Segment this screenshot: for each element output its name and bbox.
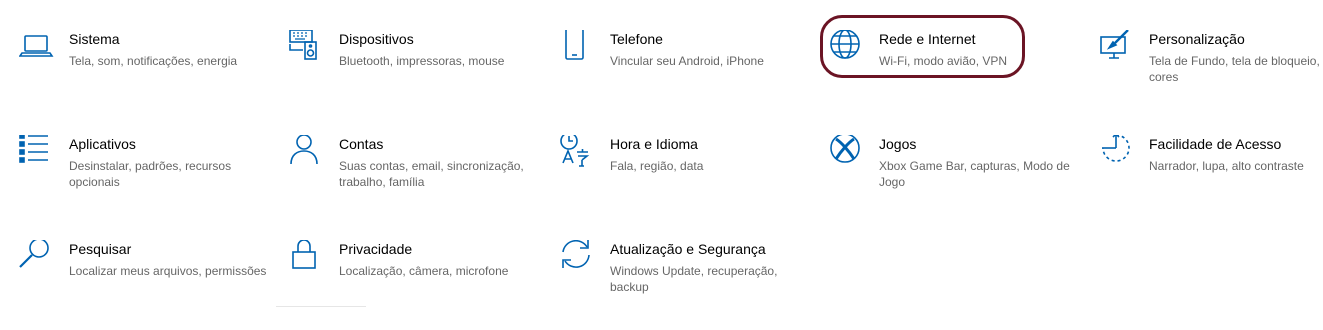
person-icon: [289, 135, 325, 171]
paint-brush-icon: [1099, 30, 1135, 66]
tile-description: Narrador, lupa, alto contraste: [1149, 159, 1304, 173]
divider: [276, 306, 366, 307]
tile-title: Pesquisar: [69, 241, 132, 257]
tile-rede-e-internet[interactable]: Rede e Internet Wi-Fi, modo avião, VPN: [829, 30, 1091, 120]
tile-description: Tela de Fundo, tela de bloqueio, cores: [1149, 54, 1320, 84]
tile-description: Wi-Fi, modo avião, VPN: [879, 54, 1008, 68]
tile-personalizacao[interactable]: Personalização Tela de Fundo, tela de bl…: [1099, 30, 1323, 120]
tile-description: Localização, câmera, microfone: [339, 264, 509, 278]
tile-title: Dispositivos: [339, 31, 414, 47]
tile-jogos[interactable]: Jogos Xbox Game Bar, capturas, Modo de J…: [829, 135, 1091, 225]
tile-facilidade-de-acesso[interactable]: Facilidade de Acesso Narrador, lupa, alt…: [1099, 135, 1323, 225]
keyboard-speaker-icon: [289, 30, 325, 66]
tile-dispositivos[interactable]: Dispositivos Bluetooth, impressoras, mou…: [289, 30, 551, 120]
laptop-icon: [19, 30, 55, 66]
apps-list-icon: [19, 135, 55, 171]
tile-title: Sistema: [69, 31, 120, 47]
ease-of-access-icon: [1099, 135, 1135, 171]
settings-grid: Sistema Tela, som, notificações, energia…: [0, 0, 1323, 321]
tile-hora-e-idioma[interactable]: Hora e Idioma Fala, região, data: [560, 135, 822, 225]
tile-title: Privacidade: [339, 241, 413, 257]
tile-telefone[interactable]: Telefone Vincular seu Android, iPhone: [560, 30, 822, 120]
tile-atualizacao-e-seguranca[interactable]: Atualização e Segurança Windows Update, …: [560, 240, 822, 330]
tile-title: Hora e Idioma: [610, 136, 698, 152]
tile-description: Suas contas, email, sincronização, traba…: [339, 159, 524, 189]
sync-icon: [560, 240, 596, 276]
tile-description: Bluetooth, impressoras, mouse: [339, 54, 505, 68]
tile-description: Fala, região, data: [610, 159, 704, 173]
tile-description: Xbox Game Bar, capturas, Modo de Jogo: [879, 159, 1070, 189]
tile-title: Contas: [339, 136, 384, 152]
tile-title: Personalização: [1149, 31, 1245, 47]
tile-title: Aplicativos: [69, 136, 136, 152]
tile-title: Rede e Internet: [879, 31, 976, 47]
tile-description: Windows Update, recuperação, backup: [610, 264, 778, 294]
tile-title: Telefone: [610, 31, 663, 47]
globe-icon: [829, 30, 865, 66]
xbox-icon: [829, 135, 865, 171]
phone-icon: [560, 30, 596, 66]
tile-description: Vincular seu Android, iPhone: [610, 54, 764, 68]
tile-description: Desinstalar, padrões, recursos opcionais: [69, 159, 232, 189]
tile-title: Jogos: [879, 136, 917, 152]
tile-title: Facilidade de Acesso: [1149, 136, 1282, 152]
tile-contas[interactable]: Contas Suas contas, email, sincronização…: [289, 135, 551, 225]
tile-description: Localizar meus arquivos, permissões: [69, 264, 267, 278]
search-icon: [19, 240, 55, 276]
time-language-icon: [560, 135, 596, 171]
tile-privacidade[interactable]: Privacidade Localização, câmera, microfo…: [289, 240, 551, 330]
tile-aplicativos[interactable]: Aplicativos Desinstalar, padrões, recurs…: [19, 135, 281, 225]
tile-sistema[interactable]: Sistema Tela, som, notificações, energia: [19, 30, 281, 120]
tile-description: Tela, som, notificações, energia: [69, 54, 238, 68]
tile-pesquisar[interactable]: Pesquisar Localizar meus arquivos, permi…: [19, 240, 281, 330]
tile-title: Atualização e Segurança: [610, 241, 766, 257]
lock-icon: [289, 240, 325, 276]
